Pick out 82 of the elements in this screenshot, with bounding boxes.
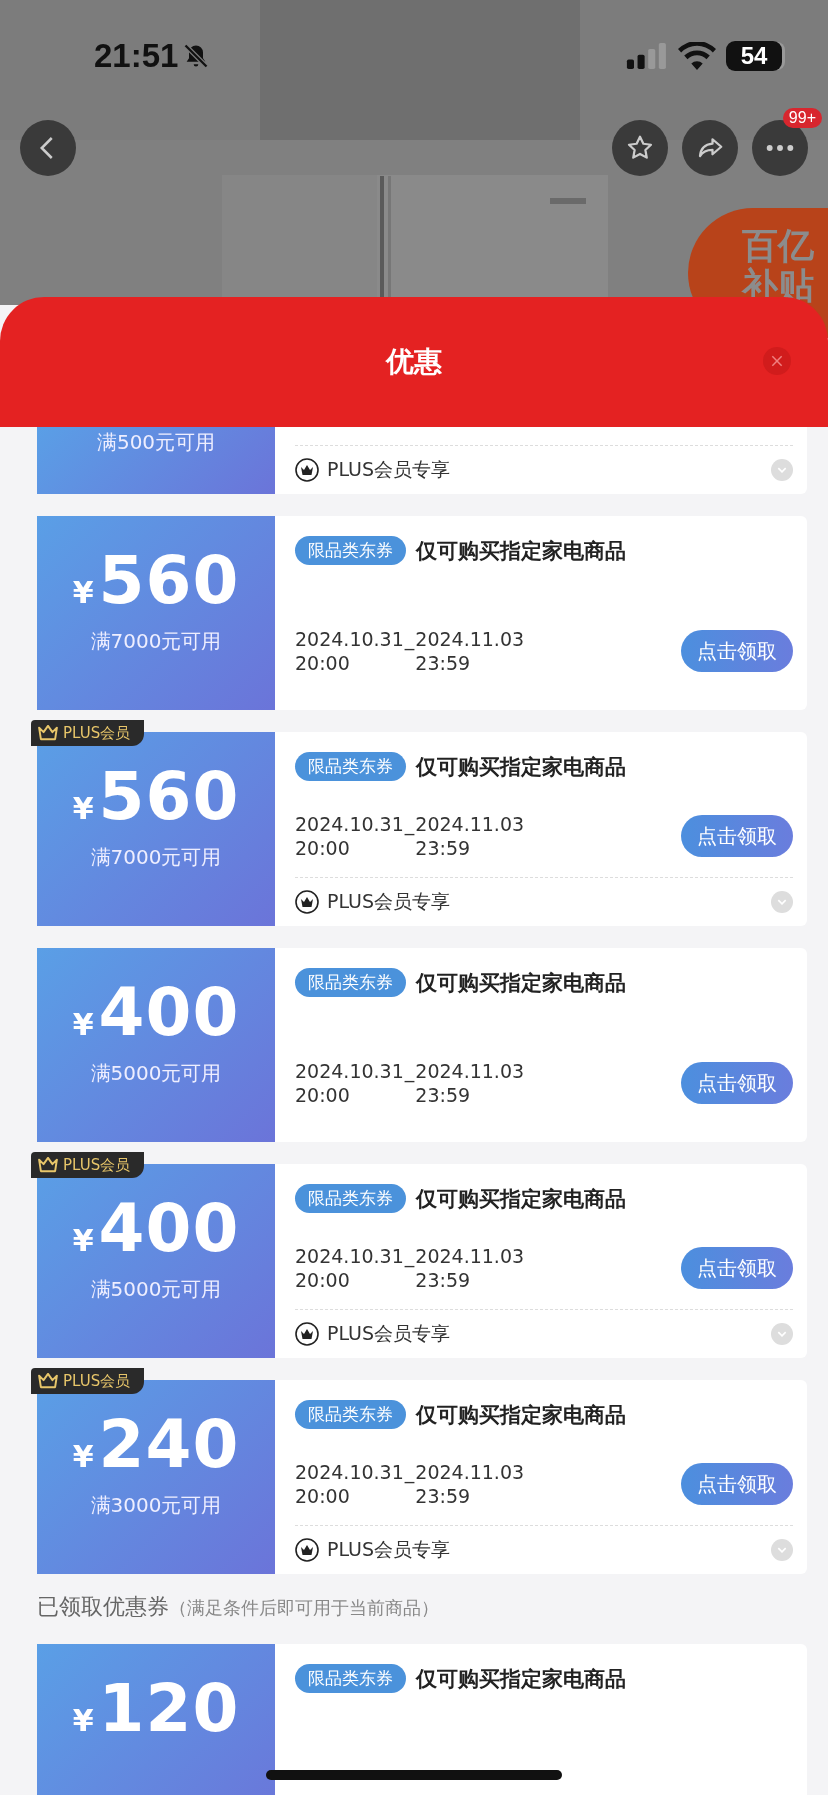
coupon-tag: 限品类东券 bbox=[295, 752, 406, 781]
start-date: 2024.10.31 bbox=[295, 626, 404, 652]
end-time: 23:59 bbox=[415, 1083, 472, 1108]
crown-icon bbox=[37, 1373, 59, 1389]
date-separator: _ bbox=[403, 626, 416, 652]
date-separator: _ bbox=[403, 1058, 416, 1084]
coupon-condition: 满7000元可用 bbox=[90, 844, 222, 871]
coupon-title: 仅可购买指定家电商品 bbox=[416, 537, 626, 565]
end-time: 23:59 bbox=[415, 1484, 472, 1509]
coupon-condition: 满5000元可用 bbox=[90, 1060, 222, 1087]
claim-button[interactable]: 点击领取 bbox=[681, 815, 793, 858]
start-time: 20:00 bbox=[295, 651, 351, 676]
expand-icon[interactable] bbox=[771, 1323, 793, 1345]
crown-icon bbox=[37, 1157, 59, 1173]
coupon-title: 仅可购买指定家电商品 bbox=[416, 1665, 626, 1693]
section-title: 已领取优惠券 bbox=[37, 1593, 169, 1621]
crown-icon bbox=[295, 890, 319, 914]
date-separator: _ bbox=[403, 811, 416, 837]
coupon-title: 仅可购买指定家电商品 bbox=[416, 1401, 626, 1429]
start-date: 2024.10.31 bbox=[295, 1459, 404, 1485]
claim-button[interactable]: 点击领取 bbox=[681, 630, 793, 673]
claim-button[interactable]: 点击领取 bbox=[681, 1463, 793, 1506]
plus-note: PLUS会员专享 bbox=[327, 1537, 451, 1562]
coupon-title: 仅可购买指定家电商品 bbox=[416, 969, 626, 997]
end-date: 2024.11.03 bbox=[415, 1243, 525, 1269]
plus-note: PLUS会员专享 bbox=[327, 457, 451, 482]
start-time: 20:00 bbox=[295, 1083, 351, 1108]
coupon-amount: ¥240 bbox=[72, 1412, 240, 1478]
plus-note: PLUS会员专享 bbox=[327, 889, 451, 914]
plus-badge-label: PLUS会员 bbox=[63, 723, 131, 743]
plus-badge-label: PLUS会员 bbox=[63, 1371, 131, 1391]
coupon-condition: 满500元可用 bbox=[96, 429, 216, 456]
bell-slash-icon bbox=[182, 42, 211, 70]
coupon-amount: ¥400 bbox=[72, 980, 240, 1046]
end-time: 23:59 bbox=[415, 836, 472, 861]
coupon-tag: 限品类东券 bbox=[295, 1400, 406, 1429]
crown-icon bbox=[295, 1538, 319, 1562]
coupon-amount: ¥560 bbox=[72, 764, 240, 830]
plus-badge-label: PLUS会员 bbox=[63, 1155, 131, 1175]
start-time: 20:00 bbox=[295, 1484, 351, 1509]
expand-icon[interactable] bbox=[771, 459, 793, 481]
coupon-condition: 满5000元可用 bbox=[90, 1276, 222, 1303]
date-separator: _ bbox=[403, 1459, 416, 1485]
coupon-title: 仅可购买指定家电商品 bbox=[416, 753, 626, 781]
close-icon[interactable] bbox=[763, 347, 791, 375]
wifi-icon bbox=[678, 42, 716, 70]
coupon-tag: 限品类东券 bbox=[295, 1664, 406, 1693]
crown-icon bbox=[295, 458, 319, 482]
coupon-amount: ¥400 bbox=[72, 1196, 240, 1262]
signal-icon bbox=[626, 43, 668, 69]
coupon-tag: 限品类东券 bbox=[295, 536, 406, 565]
coupon-condition: 满3000元可用 bbox=[90, 1492, 222, 1519]
end-date: 2024.11.03 bbox=[415, 1058, 525, 1084]
coupon-tag: 限品类东券 bbox=[295, 1184, 406, 1213]
crown-icon bbox=[37, 725, 59, 741]
start-time: 20:00 bbox=[295, 1268, 351, 1293]
end-time: 23:59 bbox=[415, 1268, 472, 1293]
end-date: 2024.11.03 bbox=[415, 811, 525, 837]
end-date: 2024.11.03 bbox=[415, 1459, 525, 1485]
end-time: 23:59 bbox=[415, 651, 472, 676]
start-date: 2024.10.31 bbox=[295, 1058, 404, 1084]
plus-note: PLUS会员专享 bbox=[327, 1321, 451, 1346]
end-date: 2024.11.03 bbox=[415, 626, 525, 652]
coupon-condition: 满7000元可用 bbox=[90, 628, 222, 655]
coupon-title: 仅可购买指定家电商品 bbox=[416, 1185, 626, 1213]
coupon-tag: 限品类东券 bbox=[295, 968, 406, 997]
start-date: 2024.10.31 bbox=[295, 1243, 404, 1269]
start-time: 20:00 bbox=[295, 836, 351, 861]
start-date: 2024.10.31 bbox=[295, 811, 404, 837]
expand-icon[interactable] bbox=[771, 1539, 793, 1561]
status-time: 21:51 bbox=[94, 37, 179, 75]
crown-icon bbox=[295, 1322, 319, 1346]
battery-icon: 54 bbox=[726, 41, 782, 71]
section-note: （满足条件后即可用于当前商品） bbox=[169, 1596, 439, 1620]
date-separator: _ bbox=[403, 1243, 416, 1269]
more-icon bbox=[766, 144, 794, 152]
expand-icon[interactable] bbox=[771, 891, 793, 913]
coupon-amount: ¥560 bbox=[72, 548, 240, 614]
sheet-title: 优惠 bbox=[386, 344, 442, 380]
coupon-amount: ¥120 bbox=[72, 1676, 240, 1742]
claim-button[interactable]: 点击领取 bbox=[681, 1247, 793, 1290]
claim-button[interactable]: 点击领取 bbox=[681, 1062, 793, 1105]
